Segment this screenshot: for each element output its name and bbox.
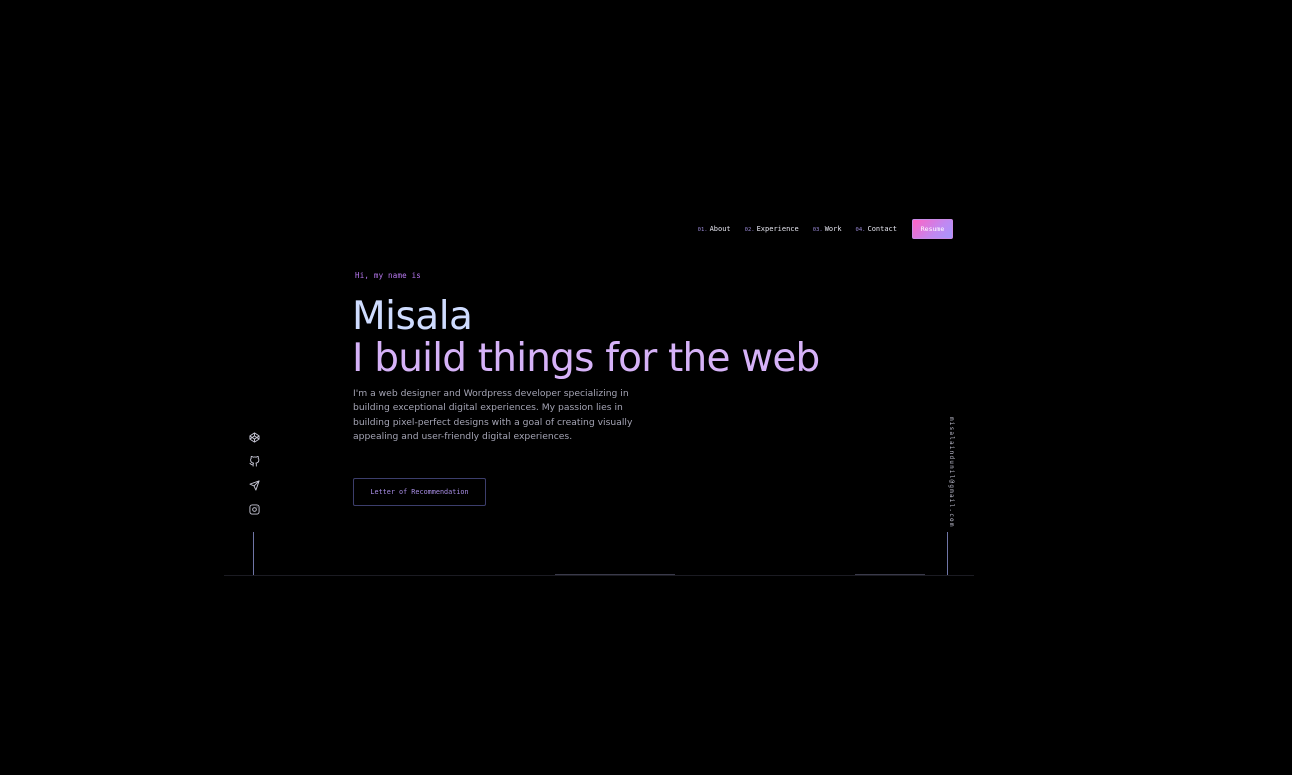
right-vertical-line bbox=[947, 532, 948, 576]
nav-number: 02. bbox=[744, 227, 755, 233]
divider-artifact bbox=[555, 574, 675, 575]
resume-button[interactable]: Resume bbox=[912, 219, 953, 239]
email-link[interactable]: misalaindunil@gmail.com bbox=[948, 417, 955, 528]
nav-item-work[interactable]: 03. Work bbox=[813, 225, 842, 233]
letter-of-recommendation-button[interactable]: Letter of Recommendation bbox=[353, 478, 486, 506]
nav-item-about[interactable]: 01. About bbox=[698, 225, 731, 233]
hero-tagline: I build things for the web bbox=[352, 336, 820, 381]
section-divider bbox=[224, 575, 974, 576]
hero-name: Misala bbox=[352, 294, 473, 339]
instagram-icon[interactable] bbox=[247, 502, 261, 516]
top-nav: 01. About 02. Experience 03. Work 04. Co… bbox=[684, 219, 953, 239]
nav-label: Contact bbox=[867, 225, 897, 233]
divider-artifact bbox=[855, 574, 925, 575]
codepen-icon[interactable] bbox=[247, 430, 261, 444]
nav-label: Experience bbox=[756, 225, 799, 233]
nav-label: Work bbox=[824, 225, 842, 233]
nav-number: 04. bbox=[855, 227, 866, 233]
nav-number: 03. bbox=[812, 227, 823, 233]
hero-bio: I'm a web designer and Wordpress develop… bbox=[353, 387, 633, 444]
nav-item-experience[interactable]: 02. Experience bbox=[745, 225, 799, 233]
nav-number: 01. bbox=[697, 227, 708, 233]
github-icon[interactable] bbox=[247, 454, 261, 468]
nav-label: About bbox=[709, 225, 731, 233]
social-links bbox=[247, 430, 261, 526]
nav-item-contact[interactable]: 04. Contact bbox=[856, 225, 897, 233]
telegram-icon[interactable] bbox=[247, 478, 261, 492]
left-vertical-line bbox=[253, 532, 254, 576]
hero-bio-text: I'm a web designer and Wordpress develop… bbox=[353, 388, 633, 442]
hero-greeting: Hi, my name is bbox=[355, 271, 422, 280]
